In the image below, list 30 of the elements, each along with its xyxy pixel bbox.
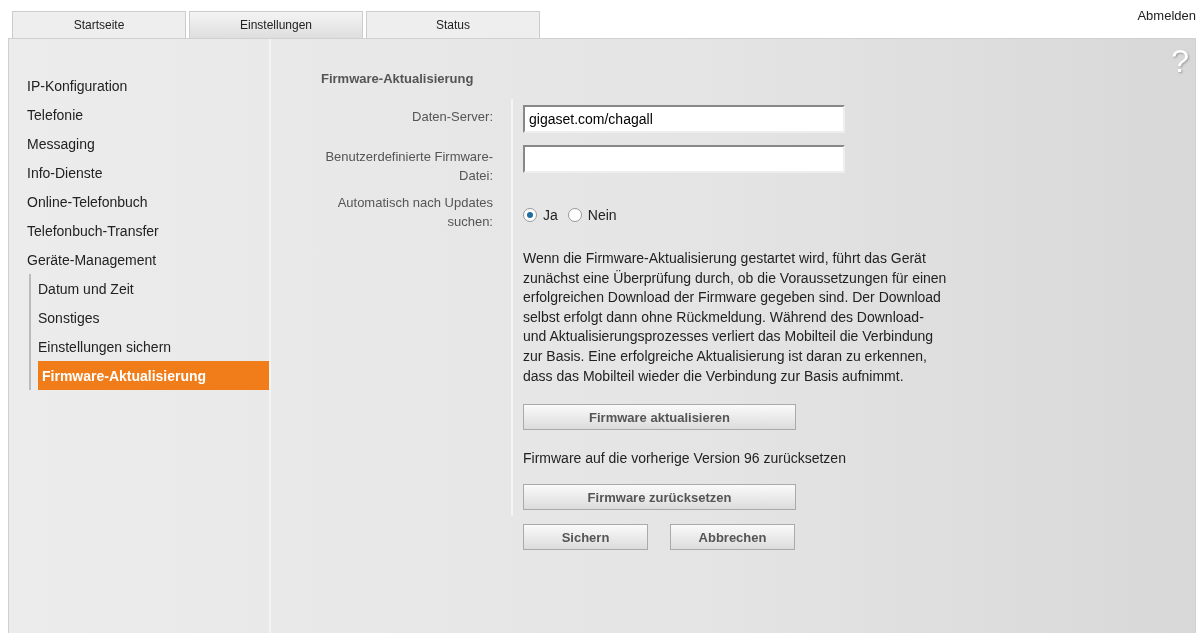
sidebar-item[interactable]: Sonstiges [38,303,269,332]
radio-label: Ja [543,207,558,223]
description-text: Wenn die Firmware-Aktualisierung gestartet wird, führt das Gerät zunächst eine Überprüfung durch, ob die Voraussetzungen für einen erfolgreichen Download der Firmware gegeben sind. Der Download selbst erfolgt dann ohne Rückmeldung. Während des Download- und Aktualisierungsprozesses verliert das Mobilteil die Verbindung zur Basis. Eine erfolgreiche Aktualisierung ist daran zu erkennen, dass das Mobilteil wieder die Verbindung zur Basis aufnimmt. [523,249,948,386]
logout-link[interactable]: Abmelden [1137,8,1196,23]
input-field[interactable] [523,145,845,173]
update-button[interactable]: Firmware aktualisieren [523,404,796,431]
sidebar-item[interactable]: Einstellungen sichern [38,332,269,361]
sidebar-item[interactable]: Online-Telefonbuch [27,187,269,216]
sidebar-item[interactable]: Messaging [27,129,269,158]
tab[interactable]: Einstellungen [189,11,363,38]
tab[interactable]: Status [366,11,540,38]
section-title: Firmware-Aktualisierung [321,71,475,88]
sidebar-item[interactable]: Info-Dienste [27,158,269,187]
radio-label: Nein [587,207,617,223]
field-label: Automatisch nach Updates suchen: [336,194,494,231]
sidebar-item[interactable]: IP-Konfiguration [27,71,269,100]
sidebar-item[interactable]: Datum und Zeit [38,274,269,303]
action-button[interactable]: Sichern [523,524,648,551]
sidebar-item[interactable]: Telefonbuch-Transfer [27,216,269,245]
input-field[interactable]: gigaset.com/chagall [523,105,845,133]
radio-button[interactable] [567,208,582,222]
sidebar-item[interactable]: Telefonie [27,100,269,129]
revert-button[interactable]: Firmware zurücksetzen [523,484,796,511]
tab[interactable]: Startseite [12,11,186,38]
action-button[interactable]: Abbrechen [670,524,795,551]
revert-text: Firmware auf die vorherige Version 96 zurücksetzen [523,450,847,467]
field-label: Benutzerdefinierte Firmware-Datei: [324,148,494,185]
radio-button[interactable] [523,208,537,222]
field-label: Daten-Server: [411,108,494,126]
sidebar-item[interactable]: Geräte-Management [27,245,269,274]
